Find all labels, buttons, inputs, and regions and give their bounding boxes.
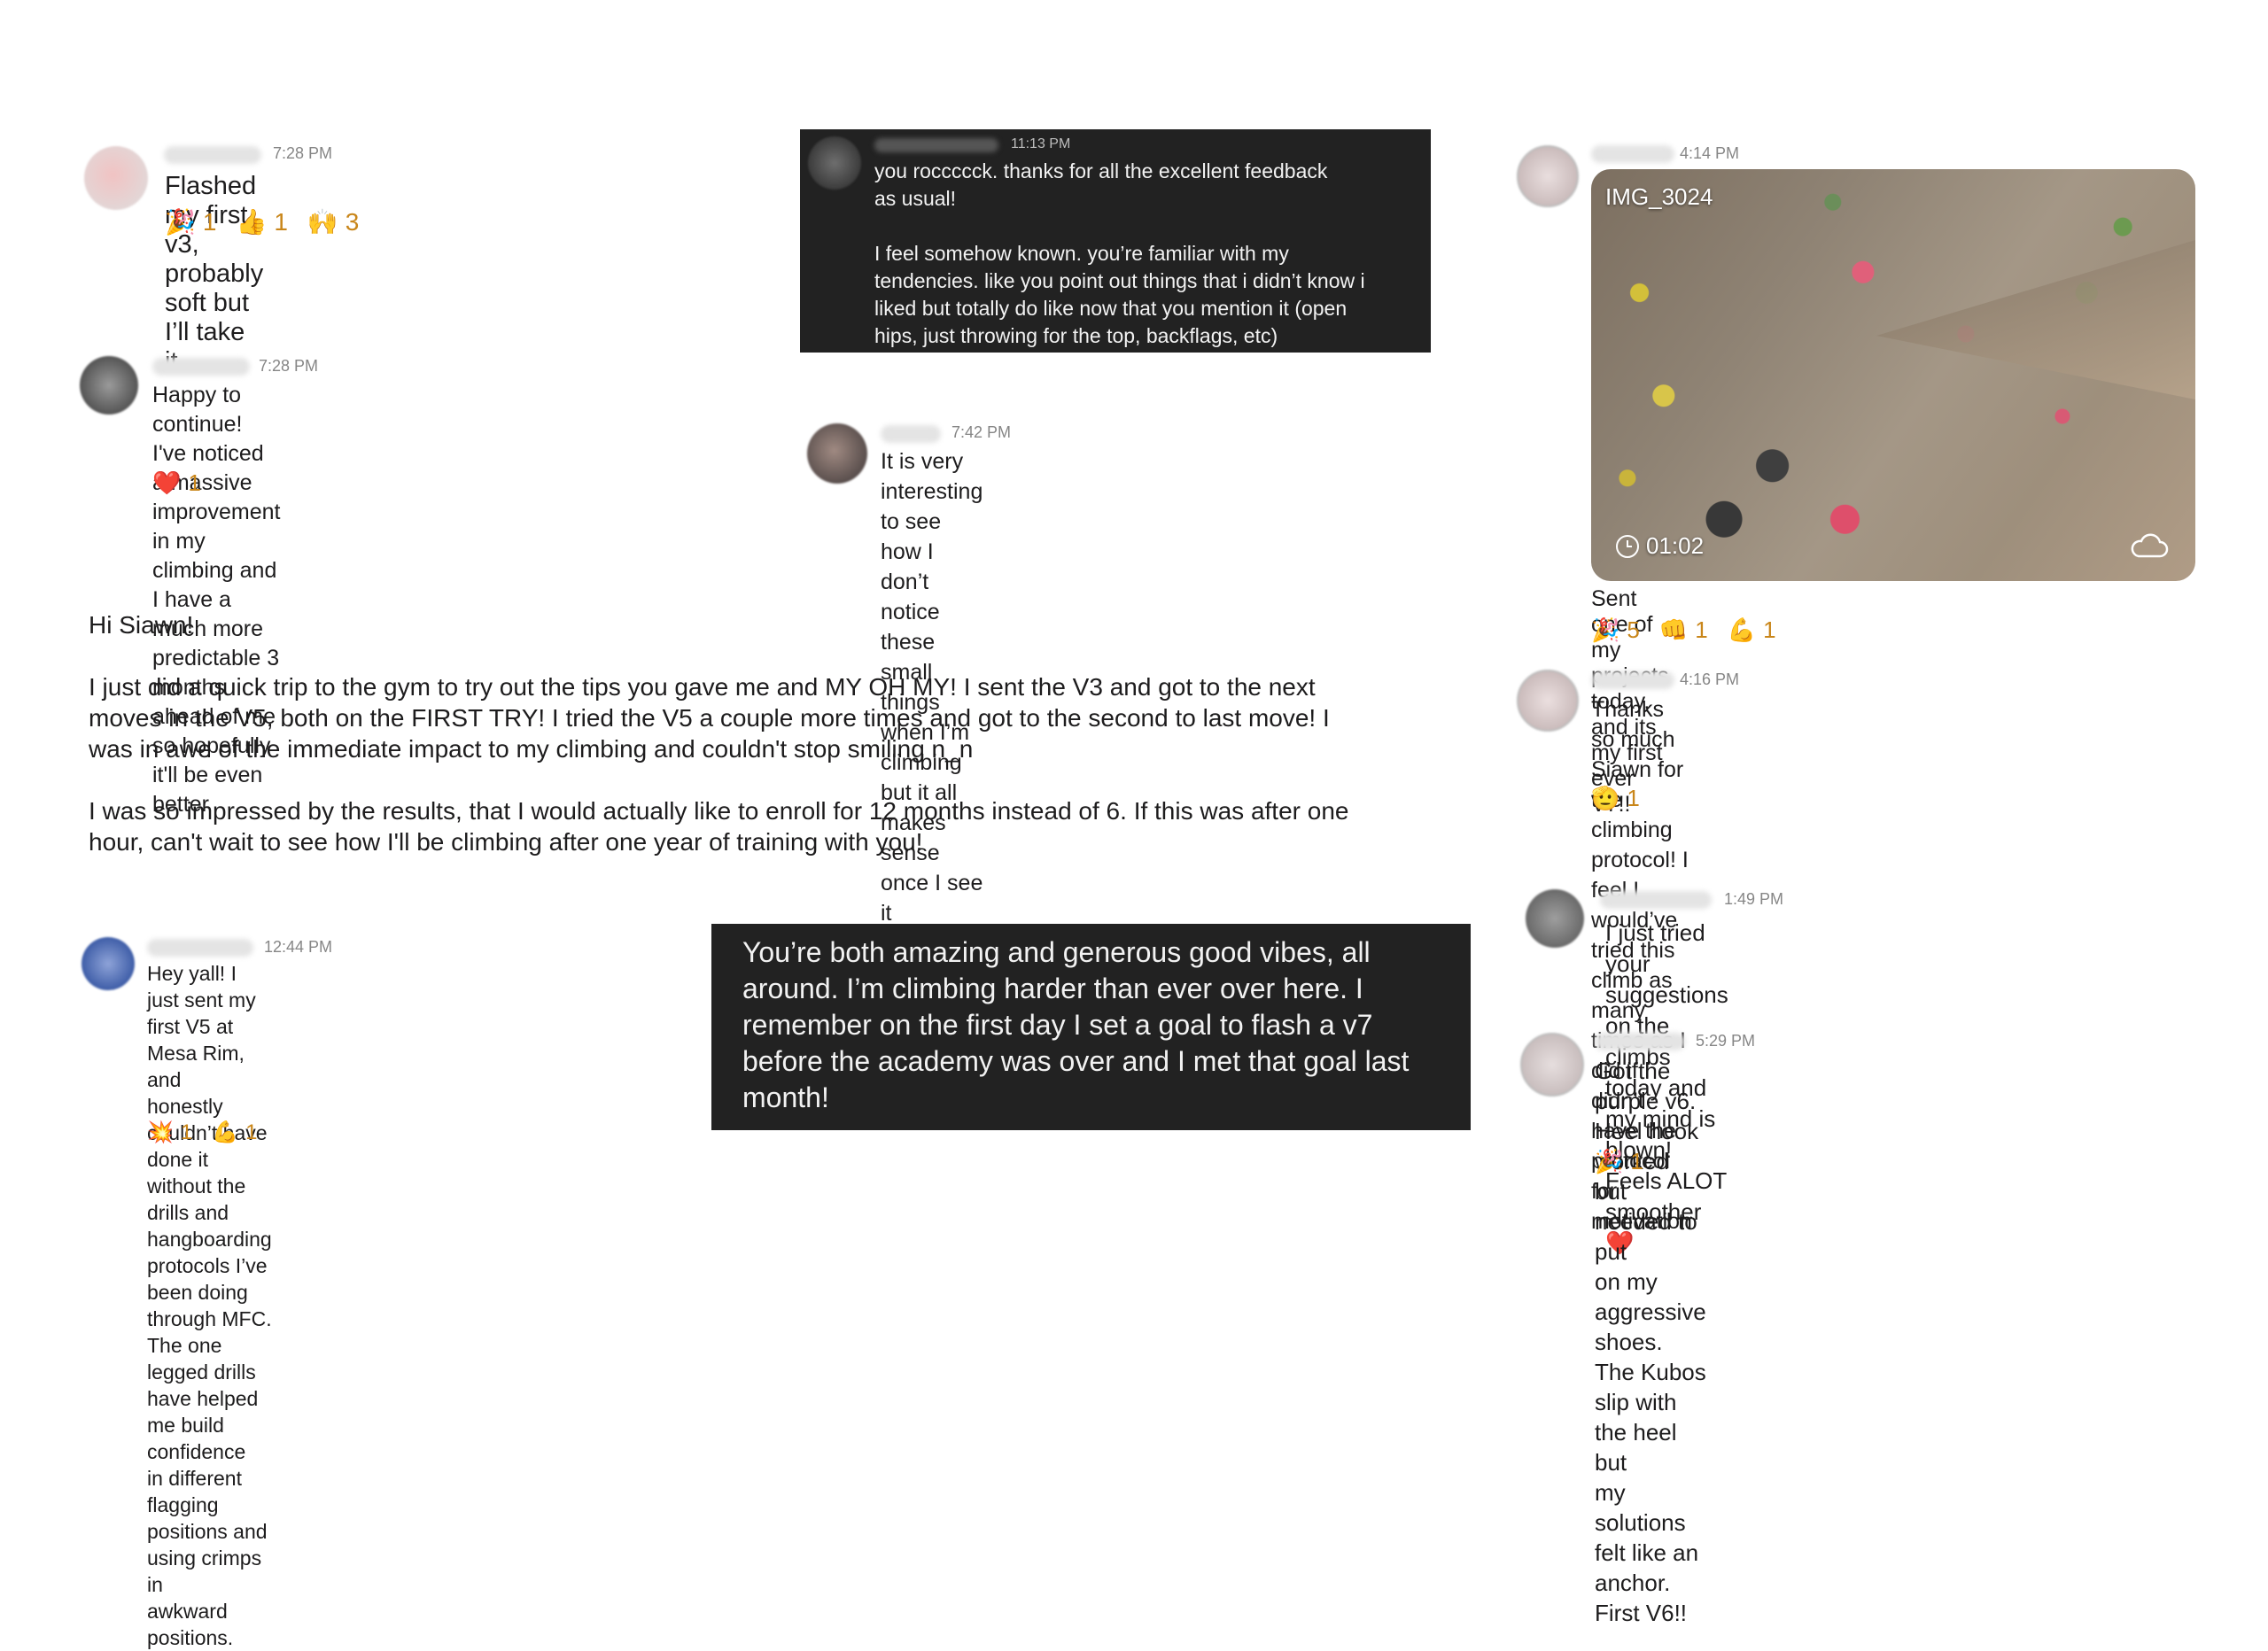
flexed-biceps-icon: 💪	[1727, 616, 1757, 643]
reaction-collision[interactable]: 💥 1	[147, 1120, 192, 1145]
heart-icon: ❤️	[152, 469, 182, 496]
sender-name-blurred	[147, 939, 253, 957]
reaction-party[interactable]: 🎉 1	[165, 207, 216, 236]
avatar[interactable]	[1526, 889, 1584, 948]
timestamp: 1:49 PM	[1724, 890, 1784, 908]
message-text: Hey yall! I just sent my first V5 at Mes…	[147, 962, 272, 1649]
timestamp: 7:28 PM	[259, 357, 319, 375]
message-text: Got the purple v6. Heel hook worked but …	[1595, 1058, 1706, 1626]
reaction-flexed-biceps[interactable]: 💪 1	[212, 1120, 257, 1145]
reaction-raised-hands[interactable]: 🙌 3	[307, 207, 359, 236]
reaction-flexed-biceps[interactable]: 💪 1	[1728, 616, 1776, 644]
sender-name-blurred	[1600, 891, 1712, 909]
fist-icon: 👊	[1658, 616, 1689, 643]
collision-icon: 💥	[147, 1120, 174, 1144]
timestamp: 5:29 PM	[1696, 1032, 1756, 1050]
sender-name-blurred	[1591, 145, 1674, 163]
avatar[interactable]	[808, 136, 861, 190]
video-duration: 01:02	[1616, 532, 1704, 560]
message-card-10: You’re both amazing and generous good vi…	[711, 924, 1471, 1130]
message-text: Flashed my first v3, probably soft but I…	[165, 172, 264, 376]
party-popper-icon: 🎉	[1595, 1148, 1624, 1174]
reaction-heart[interactable]: ❤️ 1	[152, 469, 201, 497]
reaction-party[interactable]: 🎉 1	[1595, 1148, 1643, 1175]
avatar[interactable]	[80, 356, 138, 415]
message-card-3: 11:13 PM you roccccck. thanks for all th…	[800, 129, 1431, 353]
email-text: Hi Siawn! I just did a quick trip to the…	[89, 611, 1349, 856]
avatar[interactable]	[1517, 670, 1579, 732]
reaction-party[interactable]: 🎉 5	[1591, 616, 1640, 644]
timestamp: 7:28 PM	[273, 144, 333, 162]
video-title: IMG_3024	[1605, 183, 1713, 210]
clock-icon	[1616, 534, 1639, 558]
timestamp: 12:44 PM	[264, 938, 333, 956]
sender-name-blurred	[874, 138, 998, 152]
sender-name-blurred	[1595, 1033, 1685, 1050]
avatar[interactable]	[1520, 1033, 1584, 1097]
timestamp: 4:14 PM	[1680, 144, 1740, 162]
reactions: 💥 1 💪 1	[147, 1120, 258, 1145]
avatar[interactable]	[807, 423, 867, 484]
flexed-biceps-icon: 💪	[212, 1120, 239, 1144]
avatar[interactable]	[1517, 145, 1579, 207]
timestamp: 11:13 PM	[1011, 136, 1071, 151]
sender-name-blurred	[152, 358, 250, 376]
reactions: 🎉 1 👍 1 🙌 3	[165, 207, 359, 236]
cloud-icon[interactable]	[2130, 533, 2169, 560]
raised-hands-icon: 🙌	[307, 208, 338, 236]
avatar[interactable]	[84, 146, 148, 210]
video-attachment[interactable]: IMG_3024 01:02	[1591, 169, 2195, 581]
reactions: ❤️ 1	[152, 469, 201, 497]
reactions: 🎉 1	[1595, 1148, 1643, 1175]
wall-feature	[1876, 240, 2195, 399]
reaction-fist[interactable]: 👊 1	[1659, 616, 1708, 644]
reaction-salute[interactable]: 🫡 1	[1591, 785, 1640, 812]
timestamp: 7:42 PM	[951, 423, 1012, 441]
reactions: 🫡 1	[1591, 785, 1640, 812]
party-popper-icon: 🎉	[165, 208, 196, 236]
sender-name-blurred	[881, 425, 941, 443]
reaction-thumbs-up[interactable]: 👍 1	[236, 207, 287, 236]
sender-name-blurred	[1591, 671, 1674, 689]
sender-name-blurred	[164, 146, 261, 164]
timestamp: 4:16 PM	[1680, 670, 1740, 688]
message-text: You’re both amazing and generous good vi…	[742, 936, 1410, 1113]
party-popper-icon: 🎉	[1591, 616, 1620, 643]
reactions: 🎉 5 👊 1 💪 1	[1591, 616, 1776, 644]
thumbs-up-icon: 👍	[236, 208, 268, 236]
message-text: you roccccck. thanks for all the excelle…	[874, 159, 1365, 347]
avatar[interactable]	[82, 937, 135, 990]
saluting-face-icon: 🫡	[1591, 785, 1620, 811]
